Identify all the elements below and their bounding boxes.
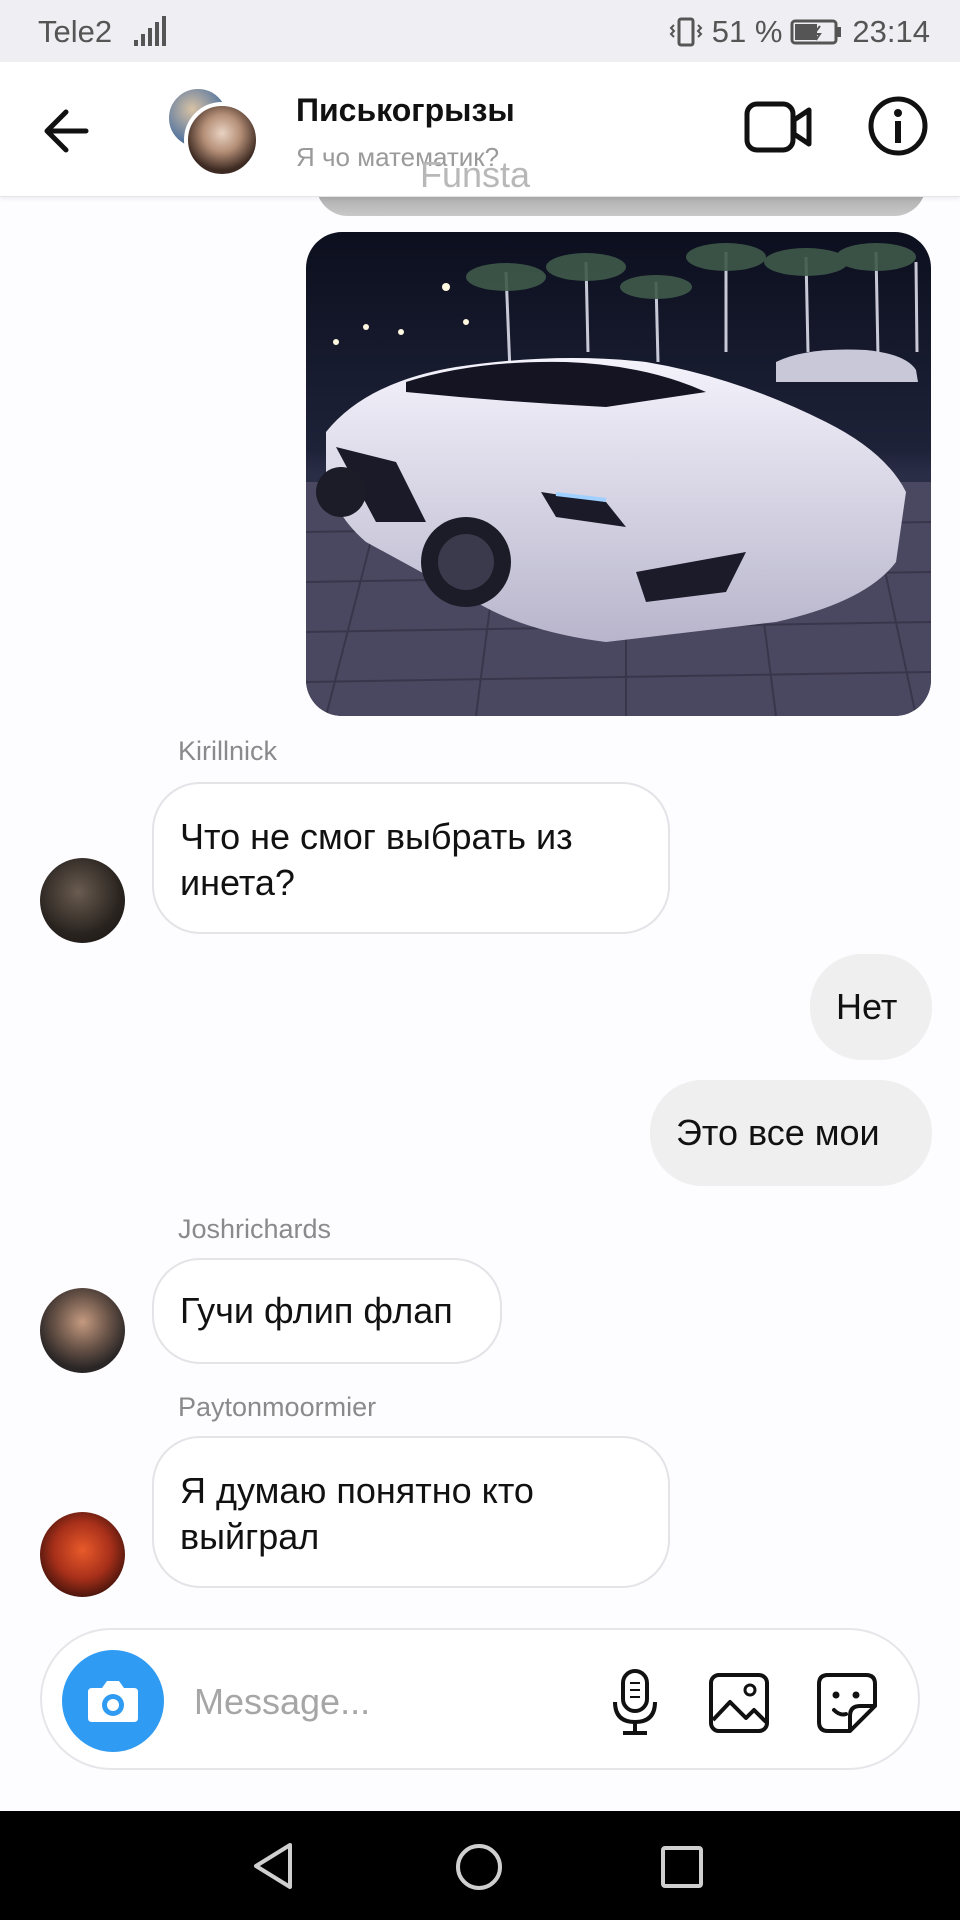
carrier-label: Tele2 [38,14,113,49]
battery-icon [790,19,842,45]
nav-recents-icon[interactable] [660,1845,704,1889]
chat-title[interactable]: Писькогрызы [296,92,515,129]
microphone-icon[interactable] [602,1668,668,1736]
message-text: Гучи флип флап [180,1290,453,1331]
message-composer [40,1628,920,1770]
signal-icon [134,16,166,46]
sender-name: Paytonmoormier [178,1392,377,1422]
chat-header: Писькогрызы Я чо математик? Funsta [0,62,960,197]
camera-icon [88,1681,138,1722]
video-camera-icon[interactable] [744,98,812,156]
image-icon[interactable] [706,1670,772,1736]
watermark-text: Funsta [420,154,531,195]
clock: 23:14 [852,14,930,49]
message-text: Я думаю понятно кто выйграл [180,1470,534,1557]
incoming-message[interactable]: Гучи флип флап [152,1258,502,1364]
system-nav-bar [0,1811,960,1920]
vibrate-icon [669,17,703,47]
sender-name: Joshrichards [178,1214,332,1244]
sender-name: Kirillnick [178,736,278,766]
incoming-message[interactable]: Я думаю понятно кто выйграл [152,1436,670,1588]
camera-button[interactable] [62,1650,164,1752]
outgoing-message[interactable]: Это все мои [650,1080,932,1186]
message-text: Что не смог выбрать из инета? [180,816,573,903]
avatar[interactable] [40,858,125,943]
group-avatar[interactable] [166,86,260,178]
outgoing-message[interactable]: Нет [810,954,932,1060]
battery-percent: 51 % [711,14,783,49]
status-bar: Tele2 51 % 23:14 [0,0,960,62]
message-input[interactable] [192,1674,616,1730]
status-right: 51 % 23:14 [668,14,930,50]
avatar [184,102,260,178]
nav-home-icon[interactable] [453,1841,505,1893]
message-text: Это все мои [676,1112,880,1153]
car-photo [306,232,931,716]
info-icon[interactable] [868,96,928,156]
nav-back-icon[interactable] [250,1841,296,1891]
message-text: Нет [836,986,898,1027]
arrow-left-icon[interactable] [38,102,96,160]
incoming-message[interactable]: Что не смог выбрать из инета? [152,782,670,934]
sticker-icon[interactable] [814,1670,880,1736]
car-photo-message[interactable] [306,232,931,716]
avatar[interactable] [40,1512,125,1597]
avatar[interactable] [40,1288,125,1373]
